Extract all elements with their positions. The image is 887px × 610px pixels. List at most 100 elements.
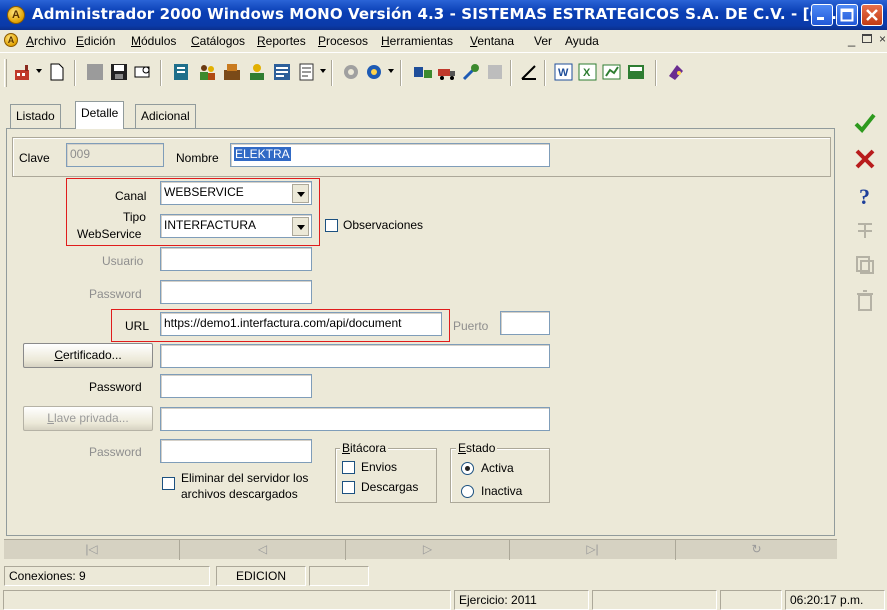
boxes-icon[interactable] (221, 61, 243, 83)
inactiva-label: Inactiva (481, 484, 523, 498)
minimize-button[interactable] (811, 4, 833, 26)
certificado-button[interactable]: Certificado... (23, 343, 153, 368)
menu-edicion[interactable]: Edición (76, 34, 115, 48)
chevron-down-icon[interactable] (36, 69, 42, 73)
check-icon[interactable] (852, 110, 878, 136)
disabled-tool-icon[interactable] (484, 61, 506, 83)
menu-ventana[interactable]: Ventana (470, 34, 514, 48)
first-record-button[interactable]: |◁ (4, 540, 180, 560)
truck-icon[interactable] (436, 61, 458, 83)
cancel-icon[interactable] (852, 146, 878, 172)
observaciones-checkbox[interactable] (325, 219, 338, 232)
workflow-icon[interactable] (412, 61, 434, 83)
menu-reportes[interactable]: Reportes (257, 34, 306, 48)
url-field[interactable]: https://demo1.interfactura.com/api/docum… (160, 312, 442, 336)
mdi-close-icon[interactable]: × (879, 32, 886, 46)
factory-icon[interactable] (13, 61, 35, 83)
mdi-app-icon[interactable]: A (4, 33, 18, 47)
menu-herramientas[interactable]: Herramientas (381, 34, 453, 48)
chart-icon[interactable] (601, 61, 623, 83)
disabled-copy-icon[interactable] (852, 252, 878, 278)
llave-path-field[interactable] (160, 407, 550, 431)
word-icon[interactable]: W (553, 61, 575, 83)
maximize-button[interactable] (836, 4, 858, 26)
tipo-webservice-select[interactable]: INTERFACTURA (160, 214, 312, 238)
supplier-icon[interactable] (246, 61, 268, 83)
next-record-button[interactable]: ▷ (346, 540, 510, 560)
calculator-icon[interactable] (625, 61, 647, 83)
clave-field[interactable]: 009 (66, 143, 164, 167)
llave-password-field[interactable] (160, 439, 312, 463)
menu-modulos[interactable]: Módulos (131, 34, 176, 48)
title-bar[interactable]: A Administrador 2000 Windows MONO Versió… (0, 0, 887, 30)
svg-text:?: ? (859, 184, 870, 208)
draw-line-icon[interactable] (518, 61, 540, 83)
previous-record-button[interactable]: ◁ (180, 540, 346, 560)
preview-icon[interactable] (132, 61, 154, 83)
mdi-minimize-icon[interactable]: _ (848, 32, 855, 47)
nombre-label: Nombre (176, 151, 219, 165)
envios-checkbox[interactable] (342, 461, 355, 474)
ledger-icon[interactable] (170, 61, 192, 83)
canal-select[interactable]: WEBSERVICE (160, 181, 312, 205)
toolbar-separator (400, 60, 402, 86)
document-list-icon[interactable] (296, 61, 318, 83)
mdi-restore-icon[interactable] (862, 34, 872, 43)
nombre-field[interactable]: ELEKTRA (230, 143, 550, 167)
chevron-down-icon[interactable] (292, 217, 309, 236)
llave-privada-button[interactable]: Llave privada... (23, 406, 153, 431)
chevron-down-icon[interactable] (292, 184, 309, 203)
menu-procesos[interactable]: Procesos (318, 34, 368, 48)
menu-ayuda[interactable]: Ayuda (565, 34, 599, 48)
save-icon[interactable] (108, 61, 130, 83)
eliminar-checkbox[interactable] (162, 477, 175, 490)
close-button[interactable] (861, 4, 883, 26)
tab-listado[interactable]: Listado (10, 104, 61, 128)
settings-gear-icon[interactable] (363, 61, 385, 83)
certificado-password-field[interactable] (160, 374, 312, 398)
url-label: URL (125, 319, 150, 333)
usuario-field[interactable] (160, 247, 312, 271)
disabled-action-icon[interactable] (852, 218, 878, 244)
puerto-field[interactable] (500, 311, 550, 335)
empty-status-panel (309, 566, 369, 586)
tools-icon[interactable] (460, 61, 482, 83)
usuario-label: Usuario (102, 254, 144, 268)
svg-text:W: W (558, 67, 569, 79)
chevron-down-icon[interactable] (320, 69, 326, 73)
last-record-button[interactable]: ▷| (510, 540, 676, 560)
tab-detalle[interactable]: Detalle (75, 101, 125, 129)
modo-status: EDICION (216, 566, 306, 586)
refresh-button[interactable]: ↻ (676, 540, 837, 560)
gray-square-icon[interactable] (84, 61, 106, 83)
activa-label: Activa (481, 461, 514, 475)
password-field[interactable] (160, 280, 312, 304)
toolbar-separator (544, 60, 546, 86)
eliminar-label-line1: Eliminar del servidor los (181, 471, 309, 485)
app-icon[interactable]: A (7, 6, 25, 24)
window-title: Administrador 2000 Windows MONO Versión … (32, 5, 849, 23)
menu-bar: A Archivo Edición Módulos Catálogos Repo… (0, 30, 887, 52)
certificado-path-field[interactable] (160, 344, 550, 368)
toolbar-grip (4, 59, 7, 87)
menu-catalogos[interactable]: Catálogos (191, 34, 245, 48)
menu-ver[interactable]: Ver (534, 34, 552, 48)
observaciones-label: Observaciones (343, 218, 424, 232)
tab-adicional[interactable]: Adicional (135, 104, 196, 128)
status-bar-bottom: Ejercicio: 2011 06:20:17 p.m. (0, 590, 887, 610)
help-icon[interactable]: ? (852, 182, 878, 208)
report-icon[interactable] (271, 61, 293, 83)
menu-archivo[interactable]: Archivo (26, 34, 66, 48)
password3-label: Password (89, 445, 142, 459)
descargas-checkbox[interactable] (342, 481, 355, 494)
people-icon[interactable] (196, 61, 218, 83)
excel-icon[interactable]: X (577, 61, 599, 83)
gears-icon[interactable] (340, 61, 362, 83)
new-document-icon[interactable] (46, 61, 68, 83)
inactiva-radio[interactable] (461, 485, 474, 498)
activa-radio[interactable] (461, 462, 474, 475)
chevron-down-icon[interactable] (388, 69, 394, 73)
delete-icon[interactable] (852, 288, 878, 314)
conexiones-status: Conexiones: 9 (4, 566, 210, 586)
exit-icon[interactable] (665, 61, 687, 83)
